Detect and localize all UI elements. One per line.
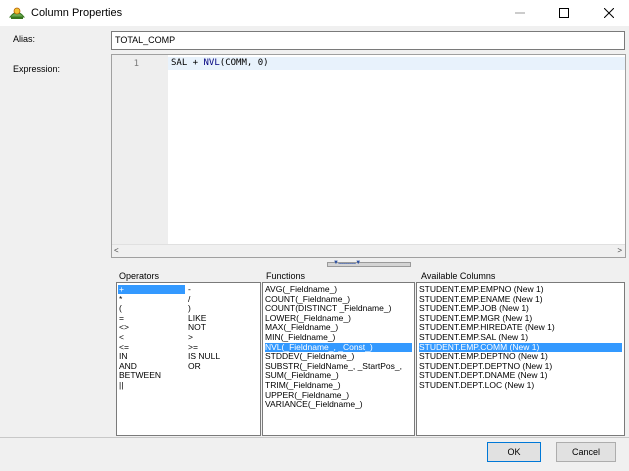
splitter-handle[interactable]: ▼..........................▼ (327, 260, 411, 267)
dialog-body: Alias: Expression: 1 SAL + NVL(COMM, 0) … (0, 26, 629, 471)
function-item[interactable]: STDDEV(_Fieldname_) (265, 352, 412, 361)
operator-item[interactable]: OR (188, 361, 201, 371)
functions-list[interactable]: AVG(_Fieldname_) COUNT(_Fieldname_) COUNT(… (262, 282, 415, 436)
expression-code[interactable]: SAL + NVL(COMM, 0) (171, 58, 269, 68)
operator-item[interactable]: BETWEEN (119, 371, 161, 380)
operator-item[interactable]: < (119, 333, 124, 342)
app-icon (8, 7, 26, 19)
operator-row: IN IS NULL (118, 352, 260, 361)
alias-input[interactable] (111, 31, 625, 50)
code-text-1: SAL + (171, 58, 204, 68)
operator-row: < > (118, 333, 260, 342)
line-number-gutter: 1 (112, 55, 168, 245)
function-item[interactable]: VARIANCE(_Fieldname_) (265, 400, 412, 409)
functions-header: Functions (266, 271, 306, 281)
operator-item[interactable]: || (119, 381, 123, 390)
minimize-button[interactable] (500, 0, 540, 26)
operator-row: () (118, 304, 260, 313)
function-item[interactable]: AVG(_Fieldname_) (265, 285, 412, 294)
close-button[interactable] (589, 0, 629, 26)
ok-button[interactable]: OK (487, 442, 541, 462)
operator-row: + - (118, 285, 260, 294)
horizontal-scrollbar[interactable]: < > (112, 244, 625, 257)
column-item[interactable]: STUDENT.EMP.SAL (New 1) (419, 333, 622, 342)
maximize-button[interactable] (544, 0, 584, 26)
code-keyword: NVL (203, 58, 220, 68)
operator-item[interactable]: ) (188, 304, 191, 313)
column-item[interactable]: STUDENT.EMP.DEPTNO (New 1) (419, 352, 622, 361)
splitter-grip: ▼..........................▼ (333, 260, 361, 266)
title-bar: Column Properties (0, 0, 629, 26)
column-item[interactable]: STUDENT.DEPT.LOC (New 1) (419, 381, 622, 390)
function-item[interactable]: TRIM(_Fieldname_) (265, 381, 412, 390)
function-item[interactable]: MIN(_Fieldname_) (265, 333, 412, 342)
minimize-icon (515, 12, 525, 14)
operator-item[interactable]: IN (119, 352, 128, 361)
operator-item[interactable]: IS NULL (188, 352, 220, 361)
operator-row: BETWEEN (118, 371, 260, 380)
column-item[interactable]: STUDENT.EMP.JOB (New 1) (419, 304, 622, 313)
scroll-right-icon[interactable]: > (617, 246, 622, 255)
maximize-icon (559, 8, 569, 18)
window-title: Column Properties (31, 7, 123, 19)
expression-editor[interactable]: 1 SAL + NVL(COMM, 0) < > (111, 54, 626, 258)
operator-item[interactable]: + (118, 285, 185, 294)
code-text-2: (COMM, 0) (219, 58, 269, 68)
operators-list[interactable]: + - * /() = LIKE <> NOT < > <= >= IN IS NULL AND OR BETW… (116, 282, 261, 436)
columns-list[interactable]: STUDENT.EMP.EMPNO (New 1) STUDENT.EMP.ENA… (416, 282, 625, 436)
function-item[interactable]: COUNT(DISTINCT _Fieldname_) (265, 304, 412, 313)
alias-label: Alias: (13, 34, 36, 44)
cancel-button[interactable]: Cancel (556, 442, 616, 462)
operator-item[interactable]: - (188, 285, 191, 294)
operator-row: || (118, 381, 260, 390)
operators-header: Operators (119, 271, 160, 281)
scroll-left-icon[interactable]: < (114, 246, 119, 255)
column-item[interactable]: STUDENT.EMP.EMPNO (New 1) (419, 285, 622, 294)
footer-divider (0, 437, 629, 438)
operator-item[interactable]: > (188, 333, 193, 342)
columns-header: Available Columns (421, 271, 496, 281)
line-number: 1 (133, 59, 139, 69)
operator-item[interactable]: ( (119, 304, 122, 313)
expression-label: Expression: (13, 64, 61, 74)
close-icon (604, 8, 614, 18)
